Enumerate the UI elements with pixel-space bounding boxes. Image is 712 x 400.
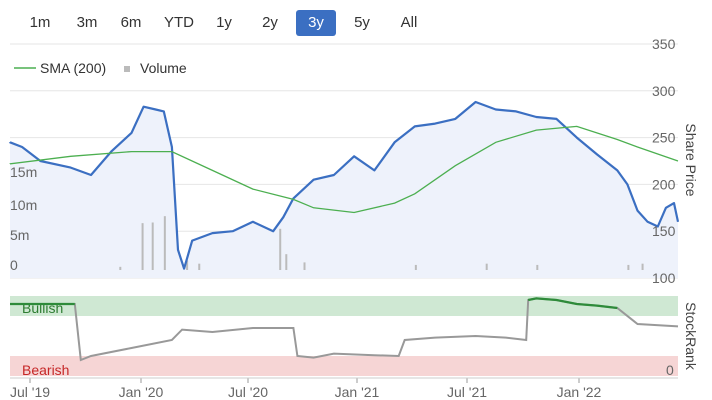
bearish-band [10, 356, 678, 376]
volume-tick-label: 5m [10, 227, 29, 243]
volume-bar [303, 262, 306, 270]
sma-legend-label: SMA (200) [40, 60, 106, 76]
volume-legend-label: Volume [140, 60, 187, 76]
volume-bar [141, 223, 144, 270]
volume-tick-label: 15m [10, 164, 37, 180]
x-tick-label: Jan '22 [557, 384, 602, 400]
volume-tick-label: 0 [10, 257, 18, 273]
x-tick-label: Jan '21 [335, 384, 380, 400]
price-tick-label: 250 [652, 130, 676, 146]
price-tick-label: 100 [652, 270, 676, 286]
price-tick-label: 350 [652, 36, 676, 52]
stockrank-axis-title: StockRank [683, 302, 699, 371]
volume-bar [163, 216, 166, 270]
volume-bar [414, 264, 417, 270]
volume-bar [627, 264, 630, 270]
price-tick-label: 300 [652, 83, 676, 99]
volume-bar [641, 263, 644, 270]
volume-bar [151, 222, 154, 270]
x-tick-label: Jul '21 [447, 384, 487, 400]
stockrank-tick-label: 0 [666, 362, 674, 378]
x-tick-label: Jan '20 [119, 384, 164, 400]
volume-bar [279, 228, 282, 270]
x-tick-label: Jul '19 [10, 384, 50, 400]
price-tick-label: 200 [652, 176, 676, 192]
volume-bar [485, 263, 488, 270]
volume-legend-swatch [124, 66, 130, 72]
bearish-label: Bearish [22, 362, 69, 378]
price-chart: 100 150 200 250 300 350 0 5m 10m 15m SMA (200) Volu… [8, 36, 699, 400]
volume-bar [285, 254, 288, 270]
bullish-label: Bullish [22, 300, 63, 316]
volume-bar [198, 263, 201, 270]
bullish-band [10, 296, 678, 316]
volume-bar [119, 266, 122, 270]
share-price-axis-title: Share Price [683, 123, 699, 196]
volume-tick-label: 10m [10, 197, 37, 213]
price-tick-label: 150 [652, 223, 676, 239]
volume-bar [536, 264, 539, 270]
x-tick-label: Jul '20 [228, 384, 268, 400]
